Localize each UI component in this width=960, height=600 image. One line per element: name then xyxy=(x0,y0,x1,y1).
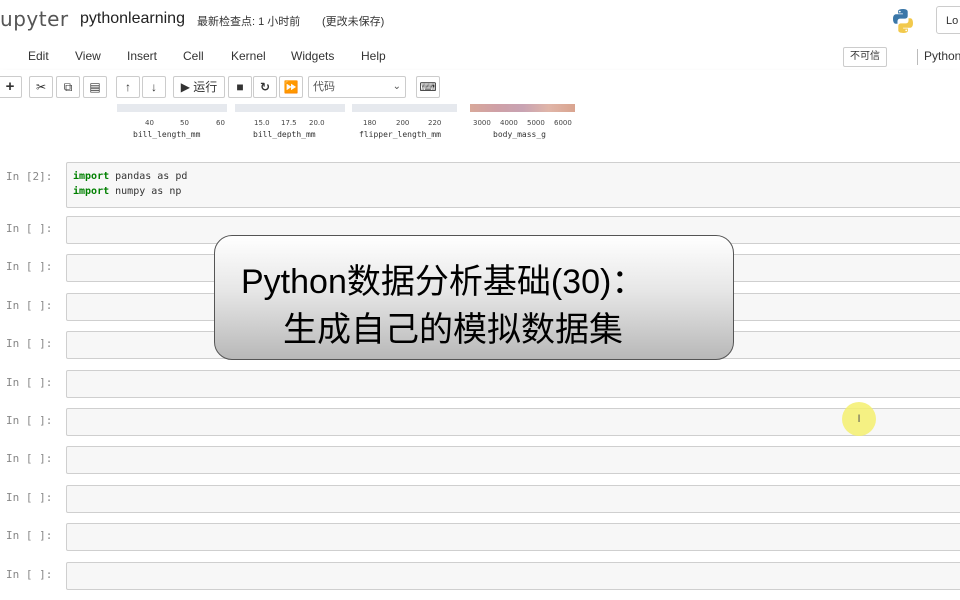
menu-help[interactable]: Help xyxy=(361,49,386,63)
plot-panel-bill-depth xyxy=(235,104,345,112)
menu-insert[interactable]: Insert xyxy=(127,49,157,63)
cut-button[interactable]: ✂ xyxy=(29,76,53,98)
menu-edit[interactable]: Edit xyxy=(28,49,49,63)
restart-icon: ↻ xyxy=(259,80,271,94)
clipboard-icon: ▤ xyxy=(89,80,101,94)
code-input[interactable] xyxy=(66,369,960,398)
restart-run-all-button[interactable]: ⏩ xyxy=(279,76,303,98)
paste-button[interactable]: ▤ xyxy=(83,76,107,98)
plus-icon: + xyxy=(5,78,15,95)
tick-label: 40 xyxy=(145,119,154,127)
arrow-down-icon: ↓ xyxy=(151,80,157,94)
add-cell-button[interactable]: + xyxy=(0,76,22,98)
tick-label: 220 xyxy=(428,119,442,127)
video-title-overlay: Python数据分析基础(30)： 生成自己的模拟数据集 xyxy=(214,235,734,360)
tick-label: 5000 xyxy=(527,119,545,127)
tick-label: 20.0 xyxy=(309,119,325,127)
tick-label: 180 xyxy=(363,119,377,127)
interrupt-button[interactable]: ■ xyxy=(228,76,252,98)
tick-label: 200 xyxy=(396,119,410,127)
code-line: import numpy as np xyxy=(73,186,182,197)
cell-prompt: In [ ]: xyxy=(6,490,53,504)
cursor-highlight: I xyxy=(842,402,876,436)
logout-button[interactable]: Lo xyxy=(936,6,960,34)
arrow-up-icon: ↑ xyxy=(125,80,131,94)
jupyter-logo[interactable]: jupyter xyxy=(0,7,69,31)
cell-prompt: In [ ]: xyxy=(6,375,53,389)
move-down-button[interactable]: ↓ xyxy=(142,76,166,98)
cell-prompt: In [ ]: xyxy=(6,452,53,466)
notebook-toolbar: + ✂ ⧉ ▤ ↑ ↓ ▶ 运行 ■ ↻ ⏩ ⌨ xyxy=(0,70,960,105)
tick-label: 50 xyxy=(180,119,189,127)
cell-type-value: 代码 xyxy=(313,81,335,93)
code-input[interactable] xyxy=(66,446,960,475)
run-label: 运行 xyxy=(193,80,218,94)
copy-icon: ⧉ xyxy=(63,80,73,94)
menu-widgets[interactable]: Widgets xyxy=(291,49,334,63)
restart-button[interactable]: ↻ xyxy=(253,76,277,98)
play-icon: ▶ xyxy=(180,80,190,94)
menu-view[interactable]: View xyxy=(75,49,101,63)
run-button[interactable]: ▶ 运行 xyxy=(173,76,225,98)
code-input[interactable] xyxy=(66,561,960,590)
pairplot-output: 40 50 60 15.0 17.5 20.0 180 200 220 3000… xyxy=(0,104,960,162)
stop-icon: ■ xyxy=(236,80,244,94)
cell-prompt: In [ ]: xyxy=(6,529,53,543)
menubar: Edit View Insert Cell Kernel Widgets Hel… xyxy=(0,42,960,70)
notebook-header: jupyter pythonlearning 最新检查点: 1 小时前 (更改未… xyxy=(0,0,960,42)
tick-label: 3000 xyxy=(473,119,491,127)
fast-forward-icon: ⏩ xyxy=(283,80,299,94)
chevron-down-icon: ⌄ xyxy=(392,81,401,92)
cell-prompt: In [ ]: xyxy=(6,222,53,235)
scissors-icon: ✂ xyxy=(35,80,47,94)
tick-label: 15.0 xyxy=(254,119,270,127)
tick-label: 17.5 xyxy=(281,119,297,127)
plot-panel-flipper-length xyxy=(352,104,457,112)
axis-label: bill_depth_mm xyxy=(253,130,316,139)
tick-label: 60 xyxy=(216,119,225,127)
code-input[interactable] xyxy=(66,523,960,552)
plot-panel-body-mass xyxy=(470,104,575,112)
keyboard-icon: ⌨ xyxy=(419,80,437,94)
axis-label: bill_length_mm xyxy=(133,130,201,139)
checkpoint-status: 最新检查点: 1 小时前 xyxy=(197,16,301,28)
cell-prompt: In [ ]: xyxy=(6,260,53,274)
overlay-title-line2: 生成自己的模拟数据集 xyxy=(283,311,623,349)
code-input[interactable] xyxy=(66,408,960,436)
menu-kernel[interactable]: Kernel xyxy=(231,49,266,63)
tick-label: 6000 xyxy=(554,119,572,127)
cell-type-select[interactable]: 代码 ⌄ xyxy=(308,76,406,98)
copy-button[interactable]: ⧉ xyxy=(56,76,80,98)
axis-label: body_mass_g xyxy=(493,130,546,139)
move-up-button[interactable]: ↑ xyxy=(116,76,140,98)
plot-panel-bill-length xyxy=(117,104,227,112)
kernel-indicator[interactable]: Python xyxy=(924,49,960,63)
tick-label: 4000 xyxy=(500,119,518,127)
command-palette-button[interactable]: ⌨ xyxy=(416,76,440,98)
axis-label: flipper_length_mm xyxy=(359,130,441,139)
menu-cell[interactable]: Cell xyxy=(183,49,204,63)
cell-prompt: In [2]: xyxy=(6,170,53,183)
code-input[interactable] xyxy=(66,484,960,513)
cell-prompt: In [ ]: xyxy=(6,414,53,427)
overlay-title-line1: Python数据分析基础(30)： xyxy=(241,263,646,301)
code-input[interactable]: import pandas as pd import numpy as np xyxy=(66,162,960,208)
cell-prompt: In [ ]: xyxy=(6,567,53,581)
python-logo-icon xyxy=(893,9,913,33)
autosave-status: (更改未保存) xyxy=(322,16,385,28)
code-line: import pandas as pd xyxy=(73,171,188,182)
cell-prompt: In [ ]: xyxy=(6,298,53,312)
notebook-name[interactable]: pythonlearning xyxy=(80,10,185,28)
trusted-badge[interactable]: 不可信 xyxy=(843,47,887,67)
kernel-separator xyxy=(917,49,918,65)
cell-prompt: In [ ]: xyxy=(6,337,53,351)
